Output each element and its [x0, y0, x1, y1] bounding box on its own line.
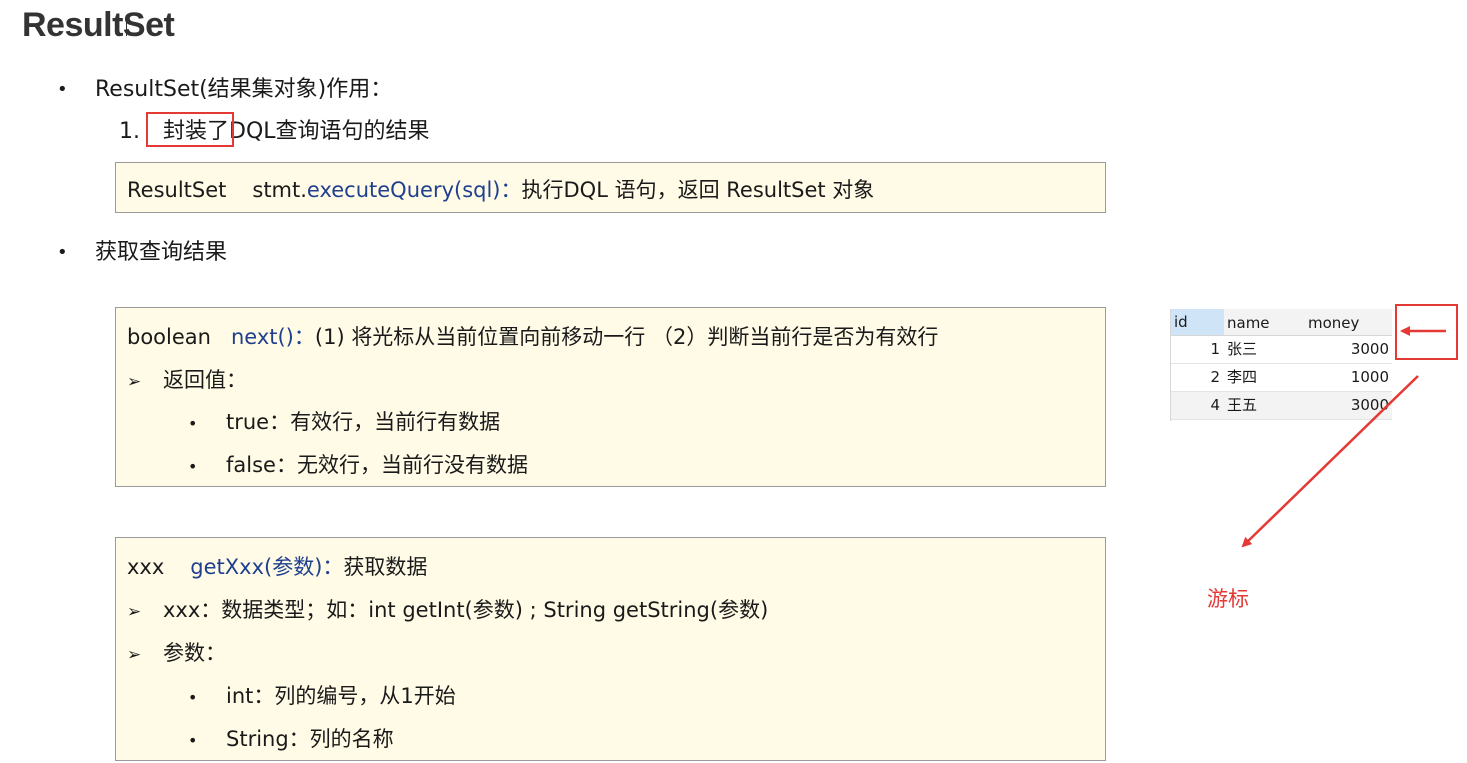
- db-cell-money: 3000: [1350, 340, 1389, 358]
- method-name: executeQuery(sql)：: [306, 178, 522, 202]
- db-cell-id: 4: [1210, 396, 1220, 414]
- db-row: 2 李四 1000: [1170, 364, 1392, 392]
- cursor-label: 游标: [1207, 587, 1249, 611]
- bullet-dot: •: [57, 242, 68, 263]
- xxx-type-line: ➢ xxx：数据类型；如：int getInt(参数) ; String getS…: [127, 596, 768, 626]
- numbered-rest-text: DQL查询语句的结果: [229, 119, 430, 144]
- bullet-dot: •: [188, 731, 198, 750]
- panel-get-xxx: xxx getXxx(参数)：获取数据 ➢ xxx：数据类型；如：int getIn…: [115, 537, 1106, 761]
- method-name: next()：: [230, 325, 315, 349]
- panel-execute-query: ResultSet stmt.executeQuery(sql)：执行DQL 语句…: [115, 162, 1106, 213]
- db-row: 1 张三 3000: [1170, 336, 1392, 364]
- return-type: ResultSet: [127, 178, 227, 202]
- db-cell-name: 李四: [1227, 368, 1258, 386]
- param-item-text: int：列的编号，从1开始: [226, 684, 456, 708]
- db-row: 4 王五 3000: [1170, 392, 1392, 420]
- db-cell-id: 1: [1210, 340, 1220, 358]
- arrow-bullet-icon: ➢: [127, 372, 142, 392]
- arrow-bullet-icon: ➢: [127, 602, 142, 622]
- return-type: xxx: [127, 555, 165, 579]
- method-desc: 执行DQL 语句，返回 ResultSet 对象: [521, 178, 875, 202]
- bullet-dot: •: [188, 688, 198, 707]
- db-cell-money: 3000: [1350, 396, 1389, 414]
- numbered-prefix: 1.: [119, 119, 140, 144]
- stmt-obj: stmt.: [252, 178, 307, 202]
- db-cell-name: 张三: [1227, 340, 1258, 358]
- db-cell-name: 王五: [1227, 396, 1258, 414]
- db-header-money: money: [1308, 314, 1360, 332]
- param-item-string: • String：列的名称: [188, 725, 394, 755]
- bullet-dot: •: [188, 414, 198, 433]
- next-signature-line: boolean next()：(1) 将光标从当前位置向前移动一行 （2）判断当前…: [127, 323, 938, 351]
- return-item-true: • true：有效行，当前行有数据: [188, 408, 500, 438]
- param-item-text: String：列的名称: [226, 727, 394, 751]
- xxx-type-text: xxx：数据类型；如：int getInt(参数) ; String getSt…: [163, 598, 769, 622]
- method-desc: 获取数据: [343, 555, 428, 579]
- param-line: ➢ 参数：: [127, 639, 226, 669]
- return-label: 返回值：: [163, 368, 247, 392]
- arrow-bullet-icon: ➢: [127, 645, 142, 665]
- bullet-text: ResultSet(结果集对象)作用：: [95, 77, 393, 102]
- return-type: boolean: [127, 325, 211, 349]
- execute-query-line: ResultSet stmt.executeQuery(sql)：执行DQL 语句…: [127, 176, 874, 204]
- panel-next: boolean next()：(1) 将光标从当前位置向前移动一行 （2）判断当前…: [115, 307, 1106, 487]
- db-table-border: [1170, 309, 1171, 421]
- return-item-false: • false：无效行，当前行没有数据: [188, 451, 528, 481]
- db-cell-money: 1000: [1350, 368, 1389, 386]
- param-label: 参数：: [163, 641, 226, 665]
- return-item-text: true：有效行，当前行有数据: [226, 410, 501, 434]
- return-item-text: false：无效行，当前行没有数据: [226, 453, 528, 477]
- db-table-header: id name money: [1170, 309, 1392, 336]
- cursor-highlight-box: [1395, 304, 1458, 360]
- db-header-name: name: [1227, 314, 1270, 332]
- db-cell-id: 2: [1210, 368, 1220, 386]
- param-item-int: • int：列的编号，从1开始: [188, 682, 456, 712]
- return-value-line: ➢ 返回值：: [127, 366, 247, 396]
- method-name: getXxx(参数)：: [190, 555, 344, 579]
- bullet-text: 获取查询结果: [95, 240, 228, 265]
- getxxx-signature-line: xxx getXxx(参数)：获取数据: [127, 553, 427, 581]
- bullet-dot: •: [188, 457, 198, 476]
- method-desc: (1) 将光标从当前位置向前移动一行 （2）判断当前行是否为有效行: [314, 325, 939, 349]
- page-title: ResultSet: [22, 6, 175, 44]
- highlight-box-annotation: [146, 112, 234, 147]
- bullet-dot: •: [57, 79, 68, 100]
- db-header-id: id: [1170, 309, 1224, 335]
- text-cursor: [126, 18, 127, 36]
